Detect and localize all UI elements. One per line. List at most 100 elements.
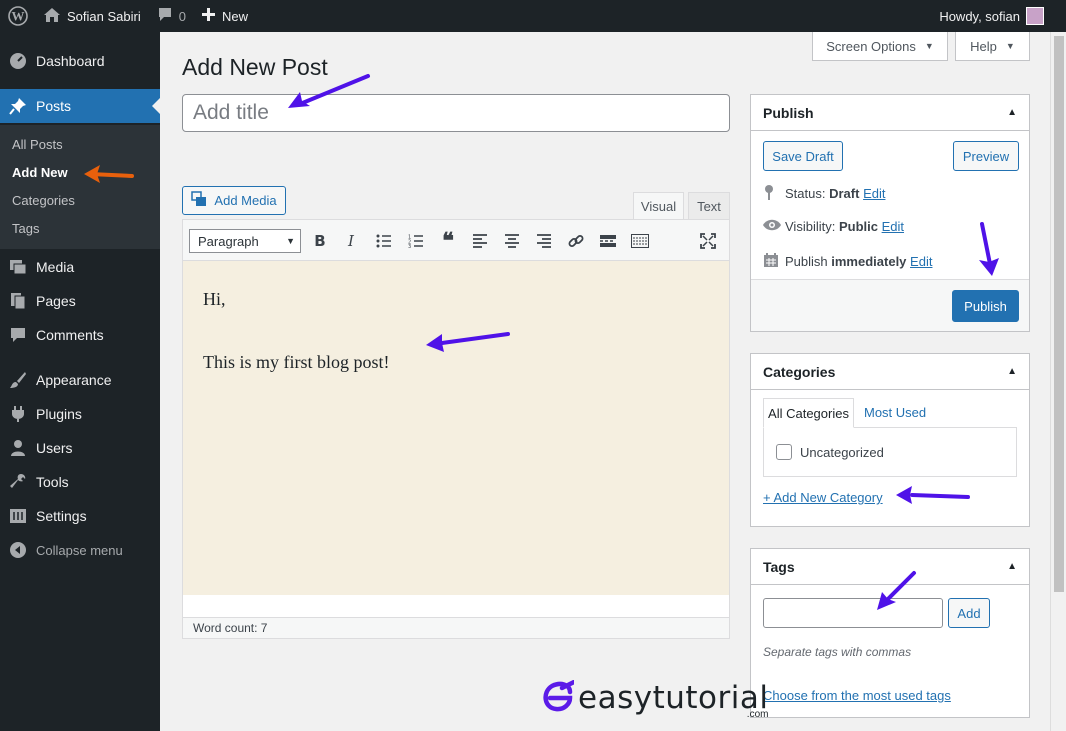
sidebar-item-tools[interactable]: Tools [0,465,160,499]
post-title-input[interactable] [182,94,730,132]
publish-box: Publish ▲ Save Draft Preview Status: Dra… [750,94,1030,332]
sidebar-item-appearance[interactable]: Appearance [0,363,160,397]
align-left-icon[interactable] [469,230,491,252]
tags-box-header[interactable]: Tags ▲ [751,549,1029,585]
status-value: Draft [829,186,860,201]
numbered-list-icon[interactable]: 123 [405,230,427,252]
media-icon [191,191,207,210]
tags-box: Tags ▲ Add Separate tags with commas Cho… [750,548,1030,718]
publish-date-row: Publish immediately Edit [763,252,932,271]
toolbar-toggle-icon[interactable] [629,230,651,252]
edit-status-link[interactable]: Edit [863,186,885,201]
sidebar-item-label: Collapse menu [36,542,123,558]
add-media-label: Add Media [214,193,277,208]
howdy-text: Howdy, sofian [939,8,1020,24]
tab-all-categories[interactable]: All Categories [763,398,854,428]
home-icon [44,7,60,25]
sidebar-item-pages[interactable]: Pages [0,284,160,318]
edit-visibility-link[interactable]: Edit [882,219,904,234]
sidebar-item-media[interactable]: Media [0,250,160,284]
sidebar-item-dashboard[interactable]: Dashboard [0,44,160,78]
editor-toolbar: Paragraph ▼ B I 123 ❝ [182,219,730,261]
caret-down-icon: ▼ [924,41,934,51]
bold-icon[interactable]: B [309,230,331,252]
tab-text[interactable]: Text [688,192,730,220]
submenu-tags[interactable]: Tags [12,221,39,236]
link-icon[interactable] [565,230,587,252]
fullscreen-icon[interactable] [697,230,719,252]
format-select[interactable]: Paragraph ▼ [189,229,301,253]
scrollbar-thumb[interactable] [1054,36,1064,592]
submenu-categories[interactable]: Categories [12,193,75,208]
align-right-icon[interactable] [533,230,555,252]
screen-options-button[interactable]: Screen Options ▼ [812,32,948,61]
format-select-value: Paragraph [198,233,259,249]
sidebar-item-label: Plugins [36,406,82,422]
collapse-up-icon[interactable]: ▲ [1007,107,1017,118]
watermark-suffix: .com [746,709,769,720]
dashboard-icon [0,52,36,70]
blockquote-icon[interactable]: ❝ [437,228,459,254]
pin-icon [763,184,785,203]
category-item[interactable]: Uncategorized [776,444,884,460]
add-media-button[interactable]: Add Media [182,186,286,215]
sidebar-item-label: Dashboard [36,53,105,69]
page-scrollbar[interactable] [1050,32,1066,731]
collapse-up-icon[interactable]: ▲ [1007,561,1017,572]
tab-visual[interactable]: Visual [633,192,684,220]
settings-icon [0,508,36,524]
help-button[interactable]: Help ▼ [955,32,1030,61]
wordpress-logo-icon[interactable]: W [0,0,36,32]
read-more-icon[interactable] [597,230,619,252]
new-content-link[interactable]: New [194,0,256,32]
my-account-link[interactable]: Howdy, sofian [931,0,1066,32]
publish-box-header[interactable]: Publish ▲ [751,95,1029,131]
visibility-label: Visibility: [785,218,836,234]
page-title: Add New Post [182,54,328,80]
sidebar-item-posts[interactable]: Posts [0,89,160,123]
category-checkbox[interactable] [776,444,792,460]
sidebar-item-label: Settings [36,508,87,524]
collapse-menu-button[interactable]: Collapse menu [0,533,160,567]
editor-content[interactable]: Hi, This is my first blog post! [182,261,730,595]
sidebar-item-label: Appearance [36,372,112,388]
add-new-category-link[interactable]: + Add New Category [763,490,883,505]
categories-box-header[interactable]: Categories ▲ [751,354,1029,390]
brush-icon [0,371,36,389]
watermark: easytutorial .com [540,678,769,720]
screen-options-label: Screen Options [826,38,916,54]
word-count: Word count: 7 [182,617,730,639]
sidebar-item-plugins[interactable]: Plugins [0,397,160,431]
status-label: Status: [785,186,826,201]
collapse-up-icon[interactable]: ▲ [1007,366,1017,377]
comments-link[interactable]: 0 [149,0,194,32]
preview-button[interactable]: Preview [953,141,1019,171]
sidebar-item-settings[interactable]: Settings [0,499,160,533]
bulleted-list-icon[interactable] [373,230,395,252]
publish-button[interactable]: Publish [952,290,1019,322]
watermark-text: easytutorial [578,680,769,716]
edit-publish-date-link[interactable]: Edit [910,254,932,269]
sidebar-item-users[interactable]: Users [0,431,160,465]
visibility-value: Public [838,218,878,234]
admin-bar: W Sofian Sabiri 0 New Howdy, sofian [0,0,1066,32]
submenu-add-new[interactable]: Add New [12,165,68,180]
sidebar-item-label: Pages [36,293,76,309]
italic-icon[interactable]: I [340,230,362,252]
help-label: Help [970,38,997,54]
site-name-link[interactable]: Sofian Sabiri [36,0,149,32]
visibility-row: Visibility: Public Edit [763,218,904,234]
align-center-icon[interactable] [501,230,523,252]
editor-resize-area [182,595,730,617]
add-tag-button[interactable]: Add [948,598,990,628]
tags-input[interactable] [763,598,943,628]
choose-most-used-tags-link[interactable]: Choose from the most used tags [763,688,951,703]
save-draft-button[interactable]: Save Draft [763,141,843,171]
tab-most-used[interactable]: Most Used [864,405,926,420]
tags-hint: Separate tags with commas [763,645,912,659]
submenu-all-posts[interactable]: All Posts [12,137,63,152]
avatar [1026,7,1044,25]
sidebar-item-comments[interactable]: Comments [0,318,160,352]
category-checklist: Uncategorized [763,427,1017,477]
sidebar-item-label: Users [36,440,73,456]
